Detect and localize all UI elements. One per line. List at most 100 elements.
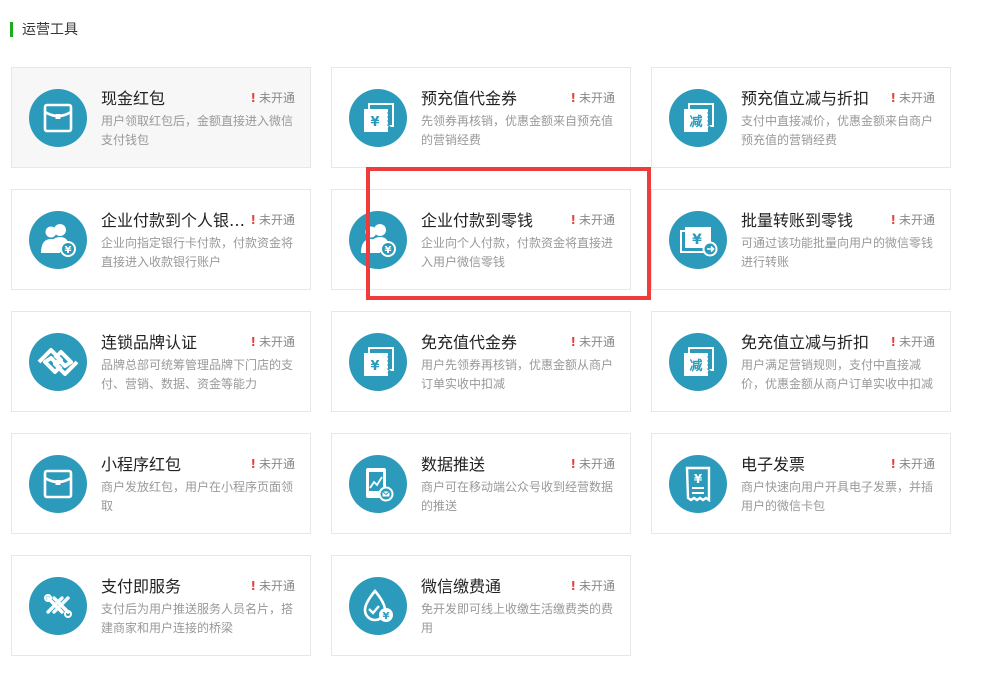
tool-description: 品牌总部可统筹管理品牌下门店的支付、营销、数据、资金等能力 [101, 358, 294, 391]
status-label: 未开通 [898, 91, 935, 105]
alert-icon: ! [250, 457, 256, 471]
voucher-icon: ¥ [349, 89, 407, 147]
discount-icon: 减 [669, 333, 727, 391]
status-badge: ! 未开通 [571, 333, 616, 350]
tool-name: 企业付款到个人银… [101, 211, 246, 230]
status-label: 未开通 [258, 213, 295, 227]
svg-text:¥: ¥ [692, 232, 702, 248]
tool-card[interactable]: ¥ 免充值代金券! 未开通 用户先领券再核销，优惠金额从商户订单实收中扣减 [331, 311, 631, 412]
tools-grid: 现金红包! 未开通 用户领取红包后，金额直接进入微信支付钱包 ¥ 预充值代金券! 未开通先… [11, 67, 951, 656]
svg-text:减: 减 [689, 358, 702, 374]
status-label: 未开通 [258, 91, 295, 105]
tool-name: 支付即服务 [101, 577, 182, 596]
tool-card[interactable]: 现金红包! 未开通 用户领取红包后，金额直接进入微信支付钱包 [11, 67, 311, 168]
tool-description: 支付中直接减价，优惠金额来自商户预充值的营销经费 [741, 114, 934, 147]
red-packet-icon [29, 89, 87, 147]
status-label: 未开通 [578, 91, 615, 105]
alert-icon: ! [890, 91, 896, 105]
red-packet-icon [29, 455, 87, 513]
status-badge: ! 未开通 [251, 577, 296, 594]
alert-icon: ! [570, 91, 576, 105]
section-title: 运营工具 [22, 22, 78, 38]
tool-description: 商户快速向用户开具电子发票，并插用户的微信卡包 [741, 480, 934, 513]
status-badge: ! 未开通 [571, 89, 616, 106]
svg-text:¥: ¥ [65, 245, 72, 256]
alert-icon: ! [250, 91, 256, 105]
tool-name: 连锁品牌认证 [101, 333, 198, 352]
tool-card[interactable]: ¥ 微信缴费通! 未开通 免开发即可线上收缴生活缴费类的费用 [331, 555, 631, 656]
tool-description: 免开发即可线上收缴生活缴费类的费用 [421, 602, 614, 635]
status-badge: ! 未开通 [251, 89, 296, 106]
status-label: 未开通 [578, 213, 615, 227]
status-label: 未开通 [898, 457, 935, 471]
tool-card[interactable]: ¥ 预充值代金券! 未开通 先领券再核销，优惠金额来自预充值的营销经费 [331, 67, 631, 168]
tool-description: 企业向个人付款，付款资金将直接进入用户微信零钱 [421, 236, 614, 269]
alert-icon: ! [570, 213, 576, 227]
tool-name: 预充值代金券 [421, 89, 518, 108]
alert-icon: ! [890, 457, 896, 471]
status-label: 未开通 [898, 335, 935, 349]
svg-text:¥: ¥ [370, 359, 379, 374]
status-badge: ! 未开通 [251, 333, 296, 350]
tool-name: 批量转账到零钱 [741, 211, 854, 230]
tool-name: 免充值立减与折扣 [741, 333, 870, 352]
tool-card[interactable]: ¥ 批量转账到零钱 ! 未开通可通过该功能批量向用户的微信零钱进行转账 [651, 189, 951, 290]
status-badge: ! 未开通 [571, 211, 616, 228]
alert-icon: ! [890, 213, 896, 227]
status-badge: ! 未开通 [251, 211, 296, 228]
svg-text:¥: ¥ [694, 472, 703, 486]
tool-description: 用户先领券再核销，优惠金额从商户订单实收中扣减 [421, 358, 614, 391]
tool-description: 先领券再核销，优惠金额来自预充值的营销经费 [421, 114, 614, 147]
section-header: 运营工具 [10, 20, 78, 38]
tool-card[interactable]: ¥ 企业付款到零钱! 未开通 企业向个人付款，付款资金将直接进入用户微信零钱 [331, 189, 631, 290]
data-push-icon [349, 455, 407, 513]
tool-name: 电子发票 [741, 455, 806, 474]
tool-name: 企业付款到零钱 [421, 211, 534, 230]
users-payment-icon: ¥ [349, 211, 407, 269]
status-badge: ! 未开通 [571, 577, 616, 594]
status-badge: ! 未开通 [571, 455, 616, 472]
tool-card[interactable]: 连锁品牌认证 ! 未开通品牌总部可统筹管理品牌下门店的支付、营销、数据、资金等能力 [11, 311, 311, 412]
svg-text:减: 减 [689, 114, 702, 130]
status-label: 未开通 [578, 335, 615, 349]
status-badge: ! 未开通 [891, 333, 936, 350]
tool-card[interactable]: ¥ 企业付款到个人银…! 未开通 企业向指定银行卡付款，付款资金将直接进入收款银行账户 [11, 189, 311, 290]
discount-icon: 减 [669, 89, 727, 147]
tool-description: 用户领取红包后，金额直接进入微信支付钱包 [101, 114, 294, 147]
users-payment-icon: ¥ [29, 211, 87, 269]
tool-card[interactable]: ¥ 电子发票! 未开通 商户快速向用户开具电子发票，并插用户的微信卡包 [651, 433, 951, 534]
svg-text:¥: ¥ [383, 611, 390, 622]
status-badge: ! 未开通 [891, 211, 936, 228]
tool-name: 数据推送 [421, 455, 486, 474]
tool-name: 免充值代金券 [421, 333, 518, 352]
tool-description: 支付后为用户推送服务人员名片，搭建商家和用户连接的桥梁 [101, 602, 294, 635]
alert-icon: ! [570, 579, 576, 593]
status-badge: ! 未开通 [251, 455, 296, 472]
tool-card[interactable]: 减免充值立减与折扣! 未开通 用户满足营销规则，支付中直接减价，优惠金额从商户订单实… [651, 311, 951, 412]
status-badge: ! 未开通 [891, 89, 936, 106]
chain-brand-icon [29, 333, 87, 391]
batch-transfer-icon: ¥ [669, 211, 727, 269]
status-label: 未开通 [578, 579, 615, 593]
tool-name: 现金红包 [101, 89, 166, 108]
alert-icon: ! [250, 579, 256, 593]
tool-description: 可通过该功能批量向用户的微信零钱进行转账 [741, 236, 934, 269]
svg-text:¥: ¥ [370, 115, 379, 130]
tool-name: 小程序红包 [101, 455, 182, 474]
alert-icon: ! [570, 457, 576, 471]
status-label: 未开通 [258, 335, 295, 349]
status-label: 未开通 [258, 457, 295, 471]
tool-name: 微信缴费通 [421, 577, 502, 596]
status-badge: ! 未开通 [891, 455, 936, 472]
tool-card[interactable]: 小程序红包! 未开通 商户发放红包，用户在小程序页面领取 [11, 433, 311, 534]
alert-icon: ! [570, 335, 576, 349]
service-link-icon [29, 577, 87, 635]
invoice-icon: ¥ [669, 455, 727, 513]
status-label: 未开通 [258, 579, 295, 593]
tool-card[interactable]: 减预充值立减与折扣! 未开通 支付中直接减价，优惠金额来自商户预充值的营销经费 [651, 67, 951, 168]
tool-card[interactable]: 支付即服务! 未开通 支付后为用户推送服务人员名片，搭建商家和用户连接的桥梁 [11, 555, 311, 656]
voucher-icon: ¥ [349, 333, 407, 391]
section-accent-bar [10, 21, 13, 37]
tool-card[interactable]: 数据推送 ! 未开通商户可在移动端公众号收到经营数据的推送 [331, 433, 631, 534]
tool-description: 商户可在移动端公众号收到经营数据的推送 [421, 480, 614, 513]
